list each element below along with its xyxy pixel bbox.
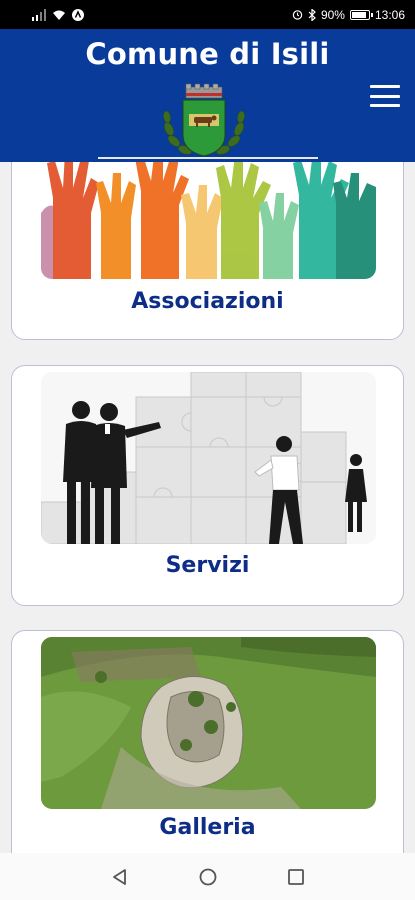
card-label: Associazioni [131, 289, 284, 314]
business-puzzle-image [41, 372, 376, 544]
navigation-bar [0, 853, 415, 900]
card-galleria[interactable]: Galleria [11, 630, 404, 853]
battery-icon [349, 9, 373, 20]
coat-of-arms-icon[interactable] [161, 83, 247, 159]
header-divider [98, 157, 318, 159]
recents-icon [287, 868, 304, 885]
menu-button[interactable] [370, 85, 400, 107]
main-content[interactable]: Associazioni Servizi Galleria [0, 162, 415, 853]
card-servizi[interactable]: Servizi [11, 365, 404, 606]
back-icon [112, 868, 126, 885]
hamburger-icon [370, 85, 400, 88]
clock: 13:06 [374, 7, 405, 22]
app-title: Comune di Isili [85, 37, 330, 71]
status-bar: 90% 13:06 [0, 0, 415, 29]
status-right: 90% 13:06 [292, 8, 405, 22]
alarm-icon [292, 10, 303, 20]
card-associazioni[interactable]: Associazioni [11, 162, 404, 340]
battery-percent: 90% [320, 7, 345, 22]
raised-hands-image [41, 162, 376, 279]
signal-icon [32, 8, 46, 21]
nuraghe-image [41, 637, 376, 809]
home-button[interactable] [195, 864, 221, 890]
status-left [32, 8, 84, 21]
card-label: Servizi [165, 553, 250, 578]
bluetooth-icon [308, 8, 316, 21]
wifi-icon [53, 10, 65, 20]
home-icon [199, 868, 216, 885]
card-image [41, 162, 376, 279]
card-label: Galleria [159, 815, 256, 840]
card-image [41, 372, 376, 544]
recents-button[interactable] [283, 864, 309, 890]
card-image [41, 637, 376, 809]
back-button[interactable] [107, 864, 133, 890]
app-header: Comune di Isili [0, 29, 415, 162]
notification-icon [72, 8, 84, 21]
